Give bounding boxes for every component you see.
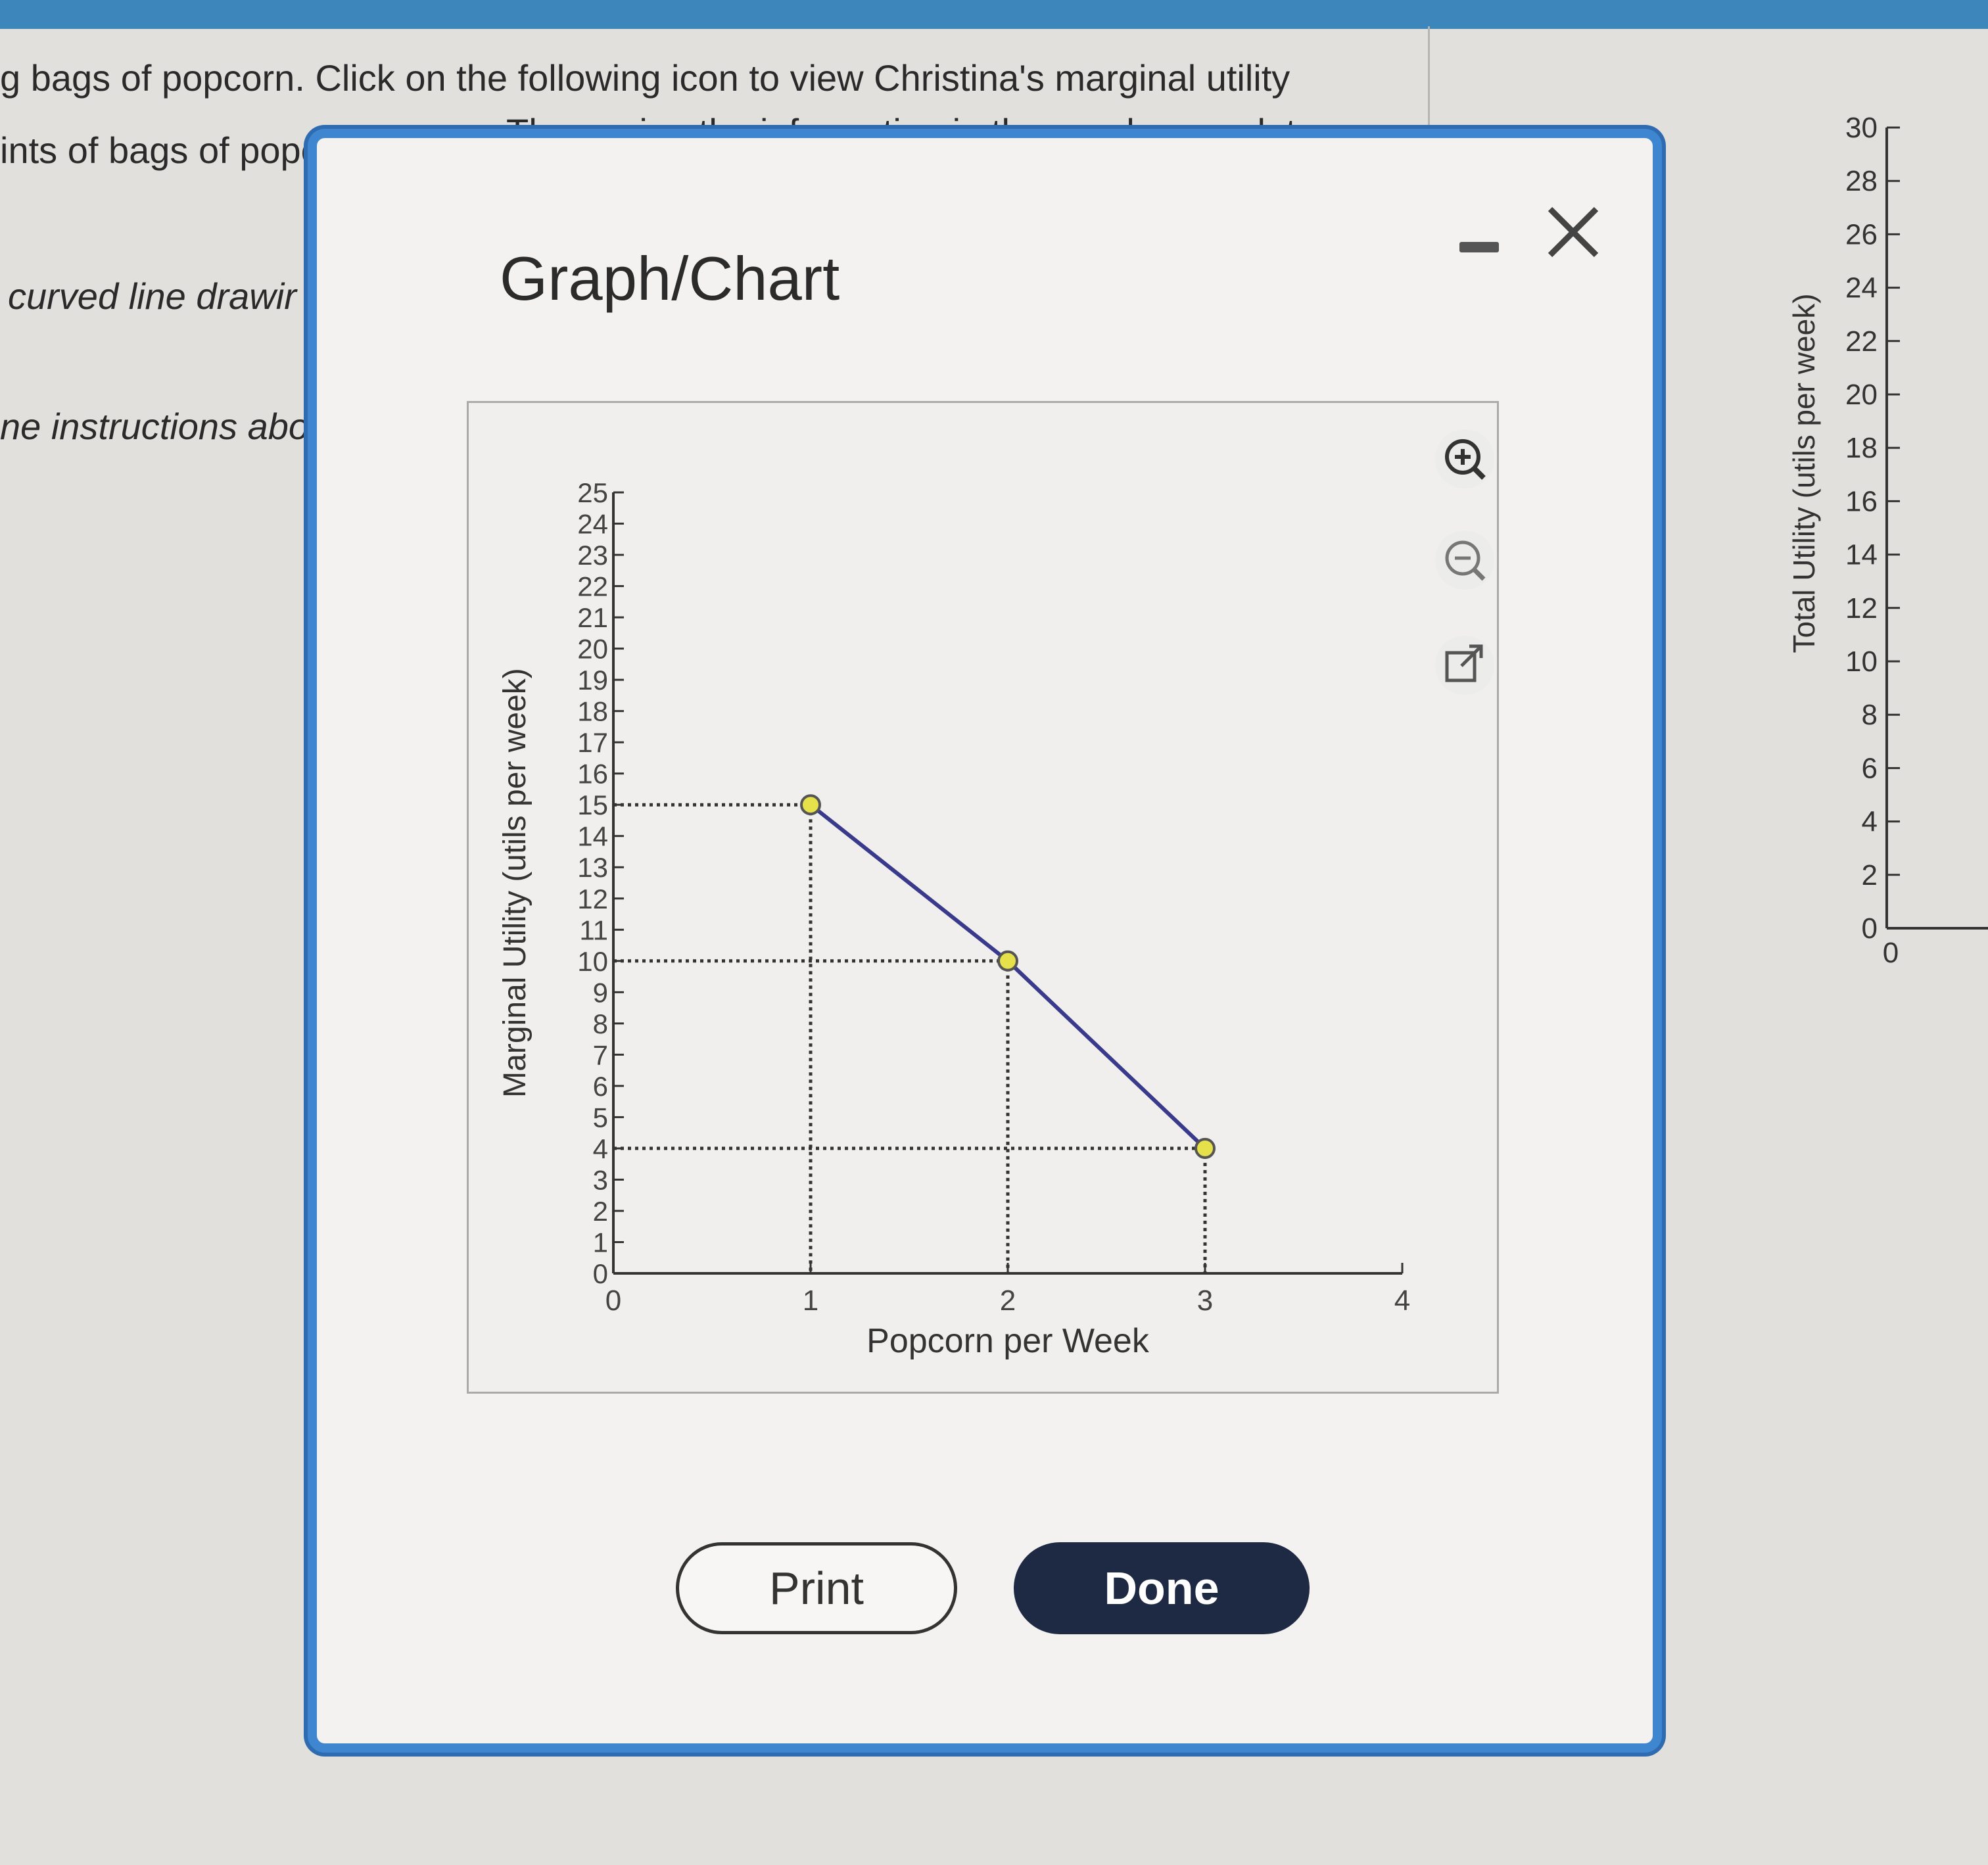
y-tick-label: 24 xyxy=(577,509,608,540)
zoom-in-icon[interactable] xyxy=(1435,429,1494,488)
y-axis-label: Marginal Utility (utils per week) xyxy=(498,668,532,1098)
total-utility-y-tick: 4 xyxy=(1862,806,1878,838)
x-tick-label: 1 xyxy=(803,1285,818,1317)
y-tick-label: 15 xyxy=(577,790,608,820)
total-utility-y-tick: 24 xyxy=(1845,272,1878,304)
x-tick-label: 3 xyxy=(1197,1285,1213,1317)
total-utility-y-tick: 2 xyxy=(1862,859,1878,891)
done-button[interactable]: Done xyxy=(1014,1542,1310,1634)
total-utility-y-tick: 30 xyxy=(1845,112,1878,144)
total-utility-y-tick: 10 xyxy=(1845,646,1878,678)
y-tick-label: 1 xyxy=(593,1227,608,1258)
total-utility-ylabel: Total Utility (utils per week) xyxy=(1787,293,1821,653)
y-tick-label: 17 xyxy=(577,727,608,758)
total-utility-y-tick: 20 xyxy=(1845,379,1878,411)
y-tick-label: 14 xyxy=(577,821,608,852)
total-utility-y-tick: 8 xyxy=(1862,699,1878,731)
y-tick-label: 8 xyxy=(593,1008,608,1039)
graph-chart-modal: Graph/Chart 0 1 2 3 4 5 6 7 8 9 10 11 12 13 14 15 16 17 18… xyxy=(308,129,1662,1753)
y-tick-label: 11 xyxy=(579,914,608,945)
minimize-icon[interactable] xyxy=(1453,216,1505,268)
data-point[interactable] xyxy=(1195,1137,1216,1159)
total-utility-y-tick: 28 xyxy=(1845,165,1878,197)
y-tick-label: 22 xyxy=(577,571,608,602)
instruction-line-1: g bags of popcorn. Click on the followin… xyxy=(0,57,1290,99)
open-external-icon[interactable] xyxy=(1435,636,1494,695)
x-axis-label: Popcorn per Week xyxy=(866,1322,1150,1360)
y-tick-label: 6 xyxy=(593,1071,608,1102)
x-tick-label: 2 xyxy=(1000,1285,1016,1317)
total-utility-y-tick: 18 xyxy=(1845,432,1878,464)
total-utility-chart: Total Utility (utils per week) 302826242… xyxy=(1787,112,1988,969)
zoom-out-icon[interactable] xyxy=(1435,531,1494,590)
total-utility-x-tick: 0 xyxy=(1883,937,1899,969)
y-tick-label: 13 xyxy=(577,852,608,883)
y-tick-label: 18 xyxy=(577,696,608,727)
y-tick-label: 5 xyxy=(593,1102,608,1133)
total-utility-y-tick: 14 xyxy=(1845,539,1878,571)
y-tick-label: 20 xyxy=(577,634,608,665)
modal-title: Graph/Chart xyxy=(500,244,840,313)
y-tick-label: 9 xyxy=(593,977,608,1008)
total-utility-y-tick: 12 xyxy=(1845,592,1878,625)
y-tick-label: 19 xyxy=(577,665,608,696)
total-utility-y-tick: 22 xyxy=(1845,325,1878,358)
instruction-line-4: ne instructions abo xyxy=(0,406,310,447)
y-tick-label: 25 xyxy=(577,477,608,508)
data-point[interactable] xyxy=(800,794,821,816)
total-utility-y-tick: 16 xyxy=(1845,485,1878,517)
total-utility-y-tick: 26 xyxy=(1845,218,1878,250)
total-utility-y-tick: 0 xyxy=(1862,912,1878,945)
chart-frame: 0 1 2 3 4 5 6 7 8 9 10 11 12 13 14 15 16 17 18 19 20 21 22 23 24… xyxy=(467,401,1499,1394)
total-utility-y-tick: 6 xyxy=(1862,752,1878,784)
y-tick-label: 7 xyxy=(593,1039,608,1070)
y-tick-label: 21 xyxy=(577,602,608,633)
data-point[interactable] xyxy=(997,950,1018,972)
print-button[interactable]: Print xyxy=(676,1542,957,1634)
y-tick-label: 10 xyxy=(577,946,608,977)
x-tick-label: 4 xyxy=(1394,1285,1410,1317)
instruction-line-3: curved line drawir xyxy=(8,275,296,317)
close-icon[interactable] xyxy=(1537,196,1609,268)
app-top-bar xyxy=(0,0,1988,29)
y-tick-label: 2 xyxy=(593,1196,608,1227)
y-tick-label: 3 xyxy=(593,1164,608,1195)
y-tick-label: 16 xyxy=(577,759,608,790)
x-tick-label: 0 xyxy=(605,1285,621,1317)
marginal-utility-chart: 0123456789101112131415161718192021222324… xyxy=(498,477,1410,1360)
y-tick-label: 23 xyxy=(577,540,608,571)
y-tick-label: 12 xyxy=(577,884,608,914)
y-tick-label: 4 xyxy=(593,1133,608,1164)
